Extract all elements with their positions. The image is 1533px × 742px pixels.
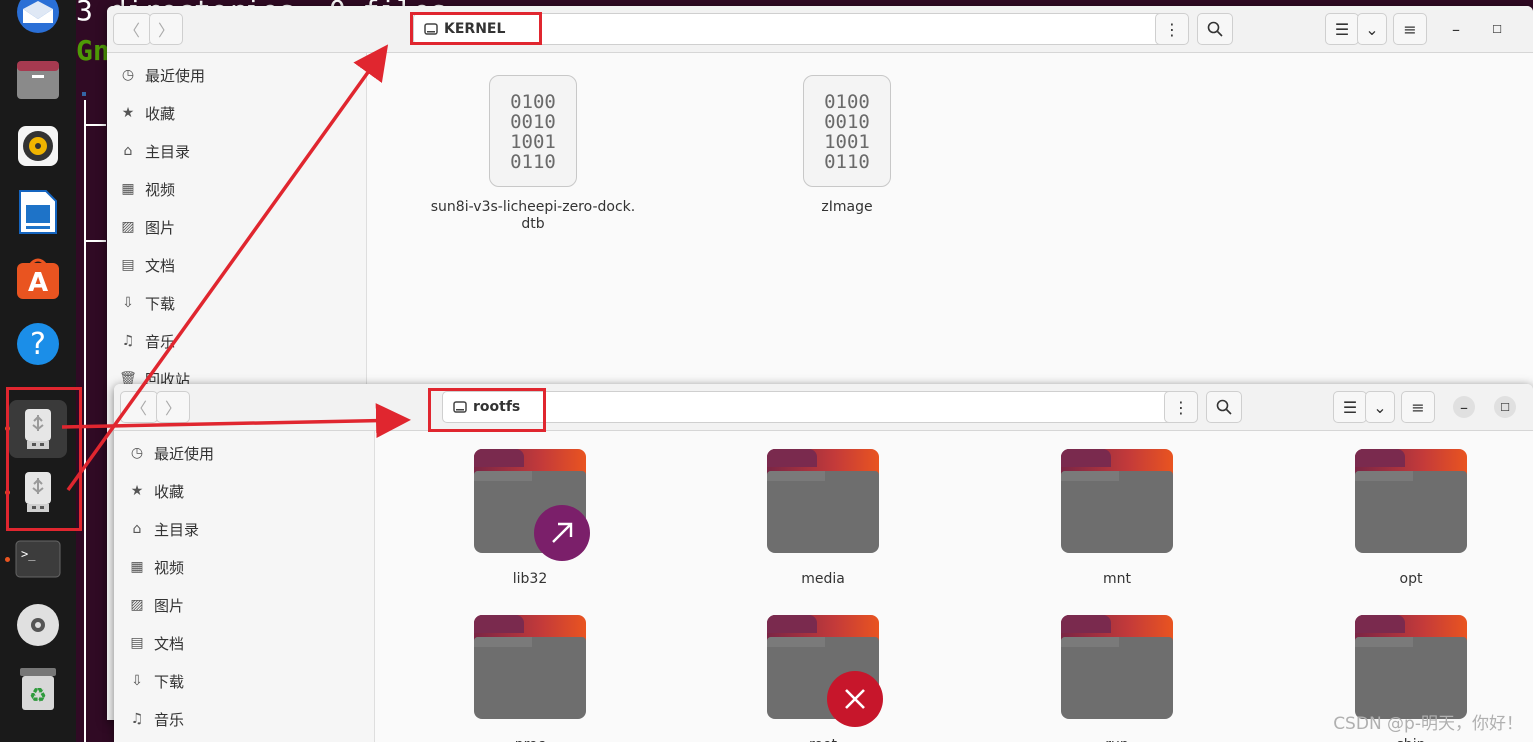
- annotation-arrow-to-rootfs: [61, 403, 411, 439]
- watermark-text: CSDN @p-明天，你好！: [1333, 714, 1523, 734]
- annotation-arrows: [61, 44, 411, 492]
